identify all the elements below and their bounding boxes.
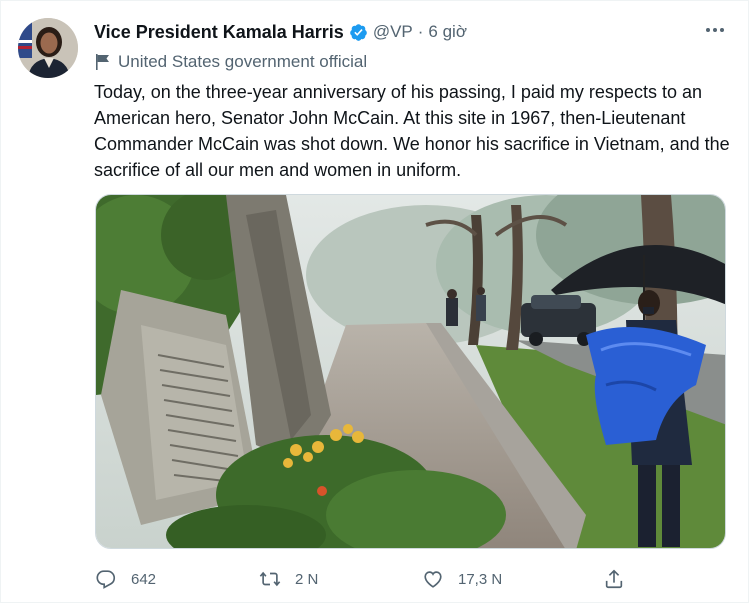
reply-count: 642 <box>131 570 157 588</box>
like-count: 17,3 N <box>458 570 503 588</box>
government-label-text: United States government official <box>118 52 368 71</box>
like-button[interactable]: 17,3 N <box>422 564 502 594</box>
tweet-photo[interactable] <box>95 194 726 549</box>
share-button[interactable] <box>603 564 639 594</box>
tweet-card[interactable]: Vice President Kamala Harris @VP · 6 giờ… <box>0 0 749 603</box>
tweet-text: Today, on the three-year anniversary of … <box>94 82 730 180</box>
avatar[interactable] <box>18 18 78 78</box>
author-name[interactable]: Vice President Kamala Harris <box>94 22 344 43</box>
tweet-header: Vice President Kamala Harris @VP · 6 giờ <box>94 21 467 43</box>
author-handle[interactable]: @VP <box>373 22 413 42</box>
dot-separator: · <box>417 22 424 41</box>
reply-icon <box>96 570 116 589</box>
retweet-button[interactable]: 2 N <box>259 564 318 594</box>
like-icon <box>424 571 442 588</box>
flag-icon <box>94 53 112 71</box>
retweet-count: 2 N <box>295 570 319 588</box>
government-label[interactable]: United States government official <box>94 51 367 73</box>
retweet-icon <box>259 571 281 587</box>
verified-badge-icon <box>349 23 368 42</box>
timestamp[interactable]: 6 giờ <box>428 22 467 42</box>
reply-button[interactable]: 642 <box>95 564 156 594</box>
tweet-actions: 642 2 N 17,3 N <box>1 564 749 594</box>
more-icon[interactable] <box>701 19 729 41</box>
share-icon <box>605 569 623 589</box>
